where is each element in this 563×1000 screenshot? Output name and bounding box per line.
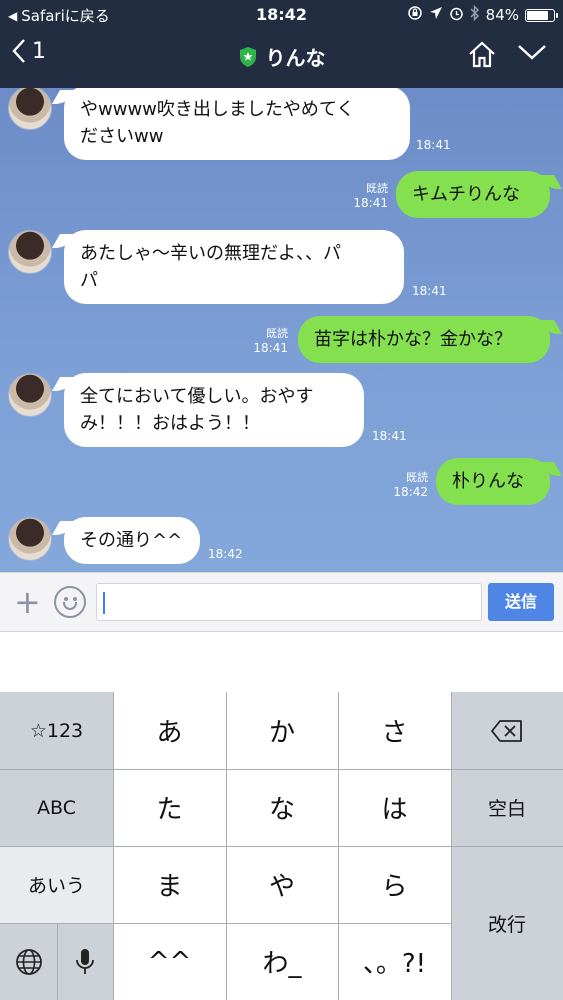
message-meta: 既読 18:41 <box>240 326 288 356</box>
battery-percent: 84% <box>485 6 519 24</box>
key-divider <box>338 692 339 1000</box>
message-bubble-outgoing[interactable]: 苗字は朴かな？金かな？ <box>298 316 550 363</box>
key-wa[interactable]: わ_ <box>226 923 338 1000</box>
avatar[interactable] <box>8 517 52 561</box>
bluetooth-icon <box>470 4 480 25</box>
status-bar: ◀ Safariに戻る 18:42 84% <box>0 0 563 28</box>
key-divider <box>113 692 114 1000</box>
key-ma[interactable]: ま <box>113 846 226 923</box>
message-input[interactable] <box>96 583 482 621</box>
key-space[interactable]: 空白 <box>451 769 563 846</box>
key-ka[interactable]: か <box>226 692 338 769</box>
message-time: 18:42 <box>393 485 428 499</box>
microphone-icon <box>76 948 94 974</box>
avatar[interactable] <box>8 230 52 274</box>
key-ha[interactable]: は <box>338 769 451 846</box>
key-na[interactable]: な <box>226 769 338 846</box>
key-backspace[interactable] <box>451 692 563 769</box>
key-alphabet[interactable]: ABC <box>0 769 113 846</box>
message-bubble-incoming[interactable]: 全てにおいて優しい。おやす み！！！おはよう！！ <box>64 373 364 447</box>
chevron-down-icon[interactable] <box>517 42 547 62</box>
keyboard-suggestion-area <box>0 632 563 692</box>
avatar[interactable] <box>8 88 52 130</box>
plus-icon[interactable]: + <box>14 586 41 618</box>
read-receipt: 既読 <box>366 182 388 195</box>
message-bubble-incoming[interactable]: あたしゃ〜辛いの無理だよ、、パ パ <box>64 230 404 304</box>
emoji-icon[interactable] <box>54 586 86 618</box>
emoji-eye <box>73 597 77 601</box>
key-punctuation[interactable]: 、。?! <box>338 923 451 1000</box>
key-divider <box>57 923 58 1000</box>
text-caret <box>103 592 105 614</box>
verified-shield-icon <box>239 46 256 67</box>
message-bubble-incoming[interactable]: その通り^^ <box>64 517 200 564</box>
globe-icon <box>15 948 42 975</box>
message-bubble-outgoing[interactable]: 朴りんな <box>436 458 550 505</box>
chat-title-text: りんな <box>265 46 326 70</box>
emoji-mouth <box>63 602 77 610</box>
message-time: 18:41 <box>416 138 451 152</box>
message-bubble-incoming[interactable]: やwwww吹き出しましたやめてく ださいww <box>64 88 410 160</box>
key-return[interactable]: 改行 <box>451 846 563 1000</box>
message-bubble-outgoing[interactable]: キムチりんな <box>396 171 550 218</box>
backspace-icon <box>491 719 522 742</box>
key-ra[interactable]: ら <box>338 846 451 923</box>
message-time: 18:41 <box>353 196 388 210</box>
battery-icon <box>525 8 558 22</box>
message-meta: 既読 18:41 <box>340 181 388 211</box>
message-input-bar: + 送信 <box>0 572 563 632</box>
key-ta[interactable]: た <box>113 769 226 846</box>
send-button[interactable]: 送信 <box>488 583 554 621</box>
home-icon[interactable] <box>467 40 497 68</box>
message-time: 18:41 <box>372 429 407 443</box>
key-dictation[interactable] <box>57 923 113 1000</box>
message-time: 18:41 <box>412 284 447 298</box>
key-globe[interactable] <box>0 923 57 1000</box>
key-ya[interactable]: や <box>226 846 338 923</box>
japanese-kana-keyboard: ☆123 ABC あいう あ か さ た な は ま や ら ^^ わ_ 、。?… <box>0 692 563 1000</box>
key-emoticon[interactable]: ^^ <box>113 923 226 1000</box>
key-a[interactable]: あ <box>113 692 226 769</box>
key-divider <box>0 769 563 770</box>
emoji-eye <box>64 597 68 601</box>
key-numbers[interactable]: ☆123 <box>0 692 113 769</box>
top-bar: ◀ Safariに戻る 18:42 84% 1 りんな <box>0 0 563 88</box>
key-divider <box>451 692 452 1000</box>
status-icons: 84% <box>407 4 558 25</box>
battery-fill <box>527 10 548 20</box>
chat-header: 1 りんな <box>0 28 563 88</box>
location-icon <box>429 6 443 24</box>
chat-area[interactable]: やwwww吹き出しましたやめてく ださいww 18:41 キムチりんな 既読 1… <box>0 88 563 572</box>
key-kana[interactable]: あいう <box>0 846 113 923</box>
message-time: 18:42 <box>208 547 243 561</box>
key-divider <box>226 692 227 1000</box>
orientation-lock-icon <box>407 5 423 25</box>
alarm-icon <box>449 6 464 25</box>
key-sa[interactable]: さ <box>338 692 451 769</box>
avatar[interactable] <box>8 373 52 417</box>
message-meta: 既読 18:42 <box>380 470 428 500</box>
message-time: 18:41 <box>253 341 288 355</box>
key-divider <box>0 846 563 847</box>
read-receipt: 既読 <box>406 471 428 484</box>
read-receipt: 既読 <box>266 327 288 340</box>
